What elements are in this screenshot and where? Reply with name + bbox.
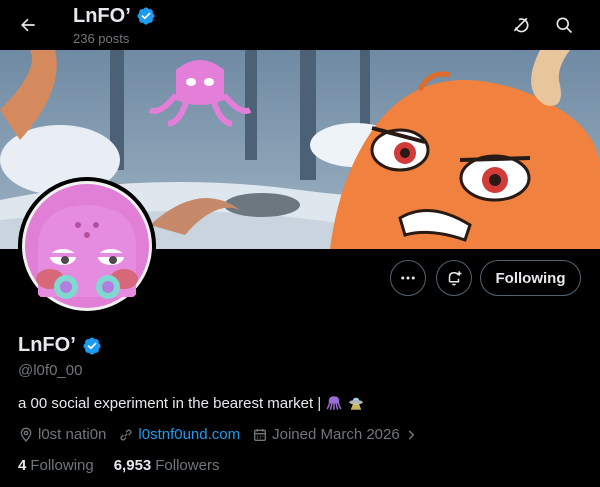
location-text: l0st nati0n [38,426,107,443]
more-button[interactable] [390,260,426,296]
joined-item[interactable]: Joined March 2026 [252,426,418,443]
location-pin-icon [20,427,32,442]
following-label: Following [30,457,94,474]
follow-counts: 4 Following 6,953 Followers [18,457,239,474]
header-title-block: LnFO’ 236 posts [73,4,156,46]
profile-handle: @l0f0_00 [18,362,83,379]
profile-meta: l0st nati0n l0stnf0und.com Joined March … [18,426,430,443]
profile-avatar[interactable] [18,177,156,315]
followers-count: 6,953 [113,457,152,474]
more-icon [401,276,415,280]
profile-name: LnFO’ [18,334,76,356]
verified-badge-icon[interactable] [82,336,102,356]
website-item: l0stnf0und.com [118,426,240,443]
joined-text: Joined March 2026 [272,426,400,443]
bio-text: a 00 social experiment in the bearest ma… [18,394,322,412]
avatar-image [18,177,156,315]
ufo-emoji-icon [349,397,363,410]
back-button[interactable] [10,7,46,43]
verified-badge-icon [137,7,155,25]
following-button[interactable]: Following [480,260,581,296]
calendar-icon [254,428,267,441]
octopus-emoji-icon [326,396,342,411]
grok-button[interactable] [503,7,539,43]
followers-count-link[interactable]: 6,953 Followers [114,457,220,474]
profile-name-row: LnFO’ [18,334,102,357]
search-icon [556,17,573,34]
top-bar: LnFO’ 236 posts [0,0,600,50]
chevron-right-icon [408,429,415,440]
search-button[interactable] [546,7,582,43]
header-title: LnFO’ [73,5,131,27]
bell-plus-icon [448,271,462,286]
profile-bio: a 00 social experiment in the bearest ma… [18,394,365,412]
posts-count: 236 posts [73,31,130,46]
followers-label: Followers [155,457,220,474]
location-item: l0st nati0n [18,426,106,443]
following-count-link[interactable]: 4 Following [18,457,94,474]
arrow-left-icon [21,18,35,32]
website-link[interactable]: l0stnf0und.com [138,426,240,443]
link-icon [120,428,132,441]
grok-icon [513,17,529,33]
following-count: 4 [18,457,27,474]
notify-button[interactable] [436,260,472,296]
